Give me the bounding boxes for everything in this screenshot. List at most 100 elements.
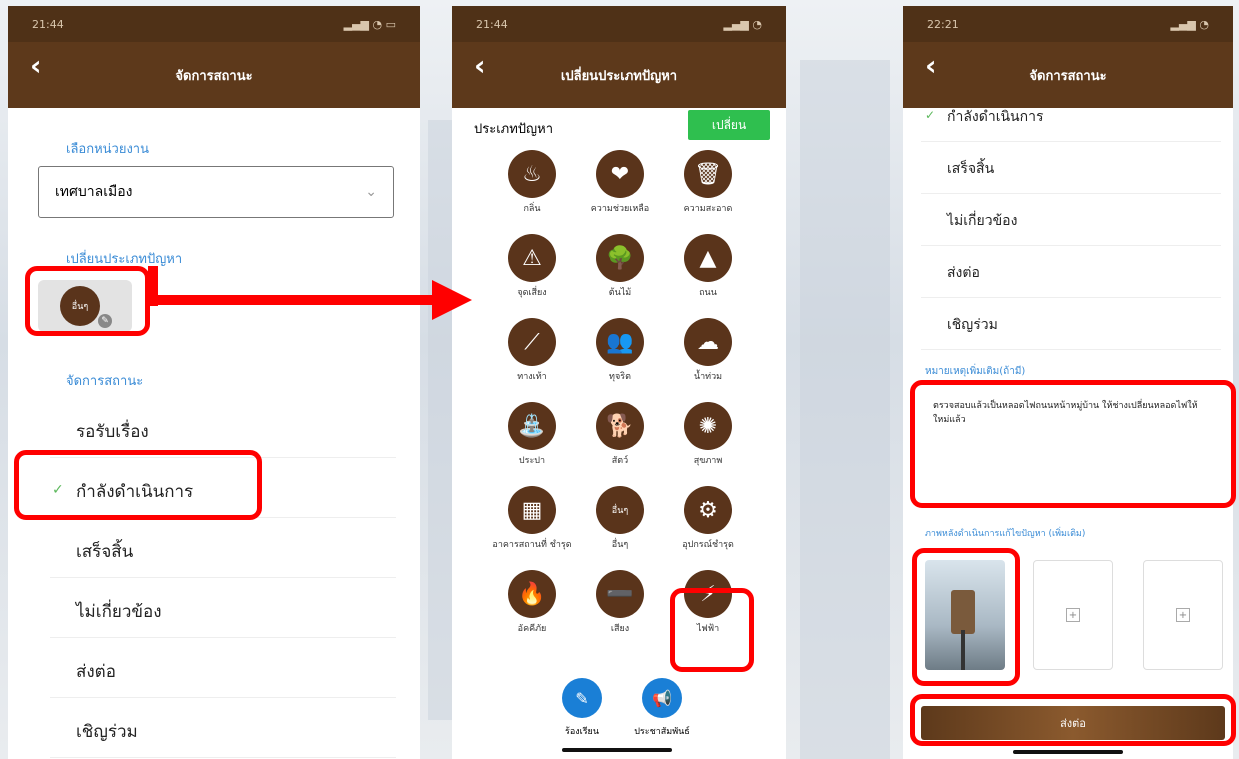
status-option[interactable]: ไม่เกี่ยวข้อง	[921, 194, 1221, 246]
status-icons: ▂▄▆ ◔	[1170, 17, 1209, 31]
category-label: ต้นไม้	[608, 288, 632, 298]
flood-icon: ☁	[684, 318, 732, 366]
category-label: ทุจริต	[609, 372, 631, 382]
building-icon: ▦	[508, 486, 556, 534]
category-label: น้ำท่วม	[693, 372, 723, 382]
fire-icon: ♨	[508, 150, 556, 198]
plus-icon: +	[1176, 608, 1190, 622]
status-option[interactable]: เสร็จสิ้น	[50, 518, 396, 578]
category-label: เสียง	[610, 624, 630, 634]
category-label: อัคคีภัย	[517, 624, 547, 634]
page-title: จัดการสถานะ	[1029, 68, 1107, 84]
category-label: อื่นๆ	[611, 540, 629, 550]
health-icon: ✺	[684, 402, 732, 450]
home-indicator	[1013, 750, 1123, 754]
category-item[interactable]: ☁ น้ำท่วม	[664, 318, 752, 390]
status-option[interactable]: รอรับเรื่อง	[50, 398, 396, 458]
highlight-electricity	[670, 588, 754, 672]
category-item[interactable]: 🔥 อัคคีภัย	[488, 570, 576, 642]
add-photo-button[interactable]: +	[1143, 560, 1223, 670]
status-option[interactable]: ไม่เกี่ยวข้อง	[50, 578, 396, 638]
highlight-note	[910, 380, 1236, 508]
status-list: ✓ กำลังดำเนินการ เสร็จสิ้น ไม่เกี่ยวข้อง…	[921, 90, 1221, 350]
category-item[interactable]: ▦ อาคารสถานที่ ชำรุด	[488, 486, 576, 558]
warning-icon: ⚠	[508, 234, 556, 282]
category-label: ความสะอาด	[683, 204, 733, 214]
app-header: ‹ เปลี่ยนประเภทปัญหา	[452, 42, 786, 108]
nav-announce[interactable]: 📢 ประชาสัมพันธ์	[632, 678, 692, 738]
check-icon: ✓	[925, 108, 936, 122]
category-item[interactable]: ♨ กลิ่น	[488, 150, 576, 222]
category-item[interactable]: ✺ สุขภาพ	[664, 402, 752, 474]
dept-select[interactable]: เทศบาลเมือง ⌄	[38, 166, 394, 218]
category-label: อาคารสถานที่ ชำรุด	[492, 540, 572, 550]
category-item[interactable]: 🗑 ความสะอาด	[664, 150, 752, 222]
back-icon[interactable]: ‹	[30, 52, 42, 80]
category-label: สุขภาพ	[693, 456, 723, 466]
chevron-down-icon: ⌄	[365, 184, 377, 200]
status-bar: 21:44 ▂▄▆ ◔ ▭	[8, 6, 420, 42]
category-label: อุปกรณ์ชำรุด	[682, 540, 734, 550]
status-icons: ▂▄▆ ◔	[723, 17, 762, 31]
broken-icon: ⚙	[684, 486, 732, 534]
highlight-in-progress	[14, 450, 262, 520]
nav-complaint[interactable]: ✎ ร้องเรียน	[552, 678, 612, 738]
arrow-line	[148, 266, 158, 306]
status-option[interactable]: เชิญร่วม	[921, 298, 1221, 350]
dog-icon: 🐕	[596, 402, 644, 450]
page-title: จัดการสถานะ	[175, 68, 253, 84]
dept-select-value: เทศบาลเมือง	[55, 184, 133, 200]
category-label: สัตว์	[611, 456, 629, 466]
back-icon[interactable]: ‹	[474, 52, 486, 80]
category-label: ถนน	[699, 288, 717, 298]
status-bar: 21:44 ▂▄▆ ◔	[452, 6, 786, 42]
photo-label: ภาพหลังดำเนินการแก้ไขปัญหา (เพิ่มเติม)	[925, 529, 1086, 539]
category-grid: ♨ กลิ่น ❤ ความช่วยเหลือ 🗑 ความสะอาด ⚠ จุดเสี่ยง…	[488, 150, 752, 642]
status-option[interactable]: เชิญร่วม	[50, 698, 396, 758]
nav-announce-label: ประชาสัมพันธ์	[634, 727, 690, 737]
app-header: ‹ จัดการสถานะ	[8, 42, 420, 108]
category-item[interactable]: 🐕 สัตว์	[576, 402, 664, 474]
status-option[interactable]: เสร็จสิ้น	[921, 142, 1221, 194]
add-photo-button[interactable]: +	[1033, 560, 1113, 670]
status-option[interactable]: ส่งต่อ	[921, 246, 1221, 298]
category-label: จุดเสี่ยง	[517, 288, 547, 298]
nav-complaint-label: ร้องเรียน	[565, 727, 599, 737]
status-time: 22:21	[927, 17, 959, 31]
category-item[interactable]: ➖ เสียง	[576, 570, 664, 642]
type-heading: ประเภทปัญหา	[474, 122, 553, 137]
heart-hand-icon: ❤	[596, 150, 644, 198]
plus-icon: +	[1066, 608, 1080, 622]
category-item[interactable]: ⚙ อุปกรณ์ชำรุด	[664, 486, 752, 558]
category-item[interactable]: ⛲ ประปา	[488, 402, 576, 474]
flame-icon: 🔥	[508, 570, 556, 618]
category-item[interactable]: 👥 ทุจริต	[576, 318, 664, 390]
back-icon[interactable]: ‹	[925, 52, 937, 80]
dept-label: เลือกหน่วยงาน	[66, 142, 149, 157]
status-icons: ▂▄▆ ◔ ▭	[343, 17, 396, 31]
phone-screen-manage-status: 21:44 ▂▄▆ ◔ ▭ ‹ จัดการสถานะ เลือกหน่วยงา…	[8, 6, 420, 759]
sidewalk-icon: ⟋	[508, 318, 556, 366]
status-time: 21:44	[32, 17, 64, 31]
category-item[interactable]: ⟋ ทางเท้า	[488, 318, 576, 390]
category-item[interactable]: ❤ ความช่วยเหลือ	[576, 150, 664, 222]
tree-icon: 🌳	[596, 234, 644, 282]
road-icon: ▲	[684, 234, 732, 282]
category-item[interactable]: ▲ ถนน	[664, 234, 752, 306]
sound-icon: ➖	[596, 570, 644, 618]
category-label: ความช่วยเหลือ	[590, 204, 650, 214]
home-indicator	[562, 748, 672, 752]
status-option[interactable]: ส่งต่อ	[50, 638, 396, 698]
people-icon: 👥	[596, 318, 644, 366]
status-option-label: กำลังดำเนินการ	[947, 109, 1044, 125]
category-item[interactable]: อื่นๆ อื่นๆ	[576, 486, 664, 558]
category-item[interactable]: ⚠ จุดเสี่ยง	[488, 234, 576, 306]
category-item[interactable]: 🌳 ต้นไม้	[576, 234, 664, 306]
trash-icon: 🗑	[684, 150, 732, 198]
category-label: กลิ่น	[523, 204, 541, 214]
note-label: หมายเหตุเพิ่มเติม(ถ้ามี)	[925, 366, 1026, 377]
status-option-selected[interactable]: ✓ กำลังดำเนินการ	[921, 90, 1221, 142]
arrow-head-icon	[432, 280, 472, 320]
status-time: 21:44	[476, 17, 508, 31]
change-button[interactable]: เปลี่ยน	[688, 110, 770, 140]
